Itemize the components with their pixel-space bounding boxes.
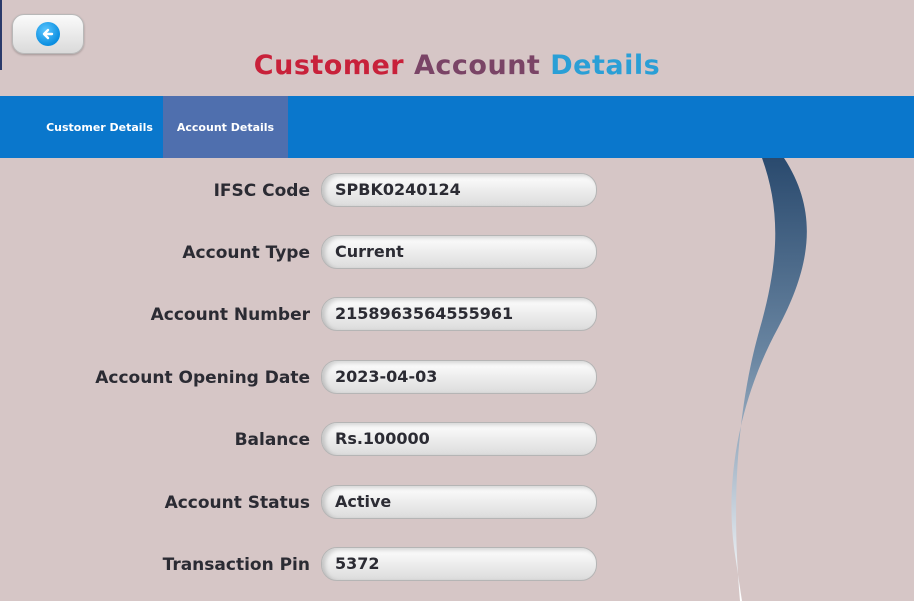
account-number-label: Account Number: [150, 305, 310, 325]
account-opening-date-label: Account Opening Date: [95, 368, 310, 388]
tab-bar: Customer Details Account Details: [0, 96, 914, 158]
ifsc-code-label: IFSC Code: [213, 181, 310, 201]
account-type-label: Account Type: [182, 243, 310, 263]
balance-label: Balance: [234, 430, 310, 450]
balance-field[interactable]: Rs.100000: [321, 422, 597, 456]
back-button[interactable]: [12, 14, 84, 54]
account-number-field[interactable]: 2158963564555961: [321, 297, 597, 331]
title-word-account: Account: [414, 50, 541, 81]
account-number-row: Account Number 2158963564555961: [0, 297, 600, 333]
decorative-wave: [731, 158, 807, 601]
tab-customer-details[interactable]: Customer Details: [36, 96, 163, 158]
transaction-pin-field[interactable]: 5372: [321, 547, 597, 581]
back-arrow-icon: [36, 22, 60, 46]
transaction-pin-label: Transaction Pin: [162, 555, 310, 575]
tab-account-details[interactable]: Account Details: [163, 96, 288, 158]
balance-row: Balance Rs.100000: [0, 422, 600, 458]
title-word-details: Details: [550, 50, 661, 81]
account-opening-date-field[interactable]: 2023-04-03: [321, 360, 597, 394]
title-word-customer: Customer: [253, 50, 405, 81]
page-title: Customer Account Details: [0, 50, 914, 81]
account-type-row: Account Type Current: [0, 235, 600, 271]
account-status-row: Account Status Active: [0, 485, 600, 521]
ifsc-code-row: IFSC Code SPBK0240124: [0, 173, 600, 209]
account-opening-date-row: Account Opening Date 2023-04-03: [0, 360, 600, 396]
account-status-field[interactable]: Active: [321, 485, 597, 519]
account-status-label: Account Status: [164, 493, 310, 513]
ifsc-code-field[interactable]: SPBK0240124: [321, 173, 597, 207]
transaction-pin-row: Transaction Pin 5372: [0, 547, 600, 583]
account-type-field[interactable]: Current: [321, 235, 597, 269]
